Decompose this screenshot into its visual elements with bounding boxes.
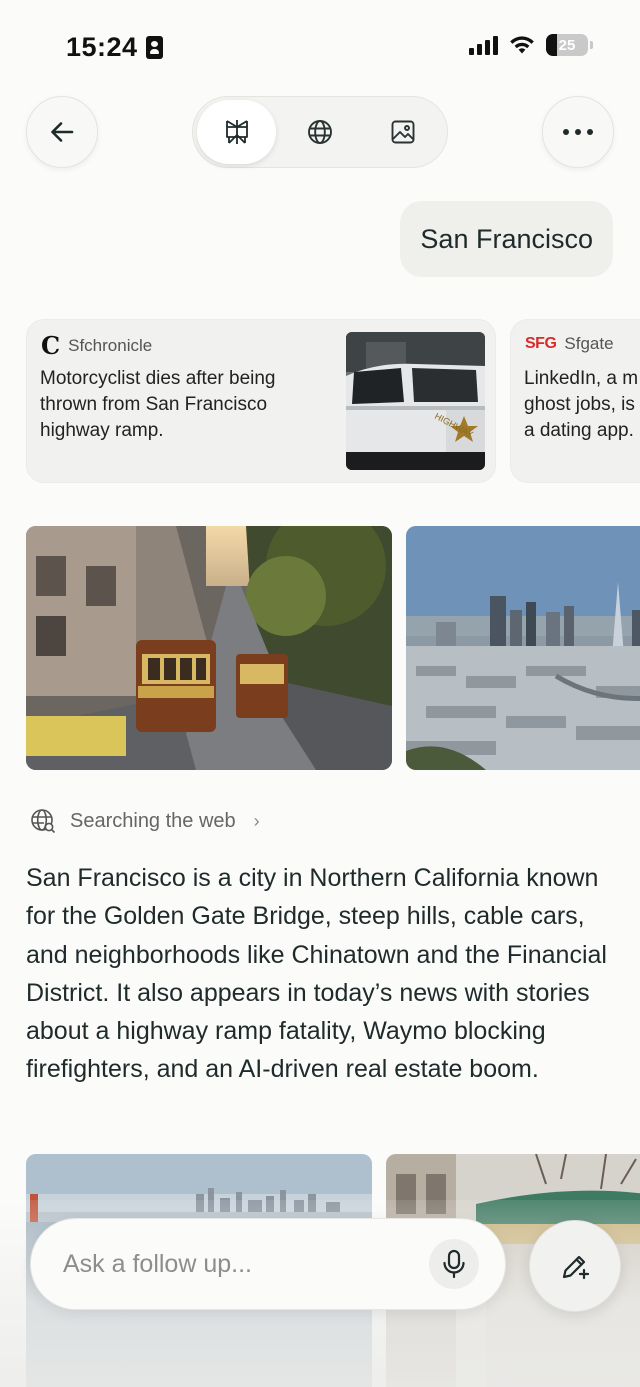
- news-headline-line: ghost jobs, is: [524, 394, 635, 415]
- sfchronicle-logo: C: [41, 331, 61, 360]
- page: 15:24 25 San Francisco C Sfchronicle Mot…: [0, 0, 640, 1387]
- mode-search-tab[interactable]: [280, 100, 359, 164]
- image-carousel: [26, 526, 640, 770]
- status-bar: 15:24 25: [0, 0, 640, 90]
- answer-text: San Francisco is a city in Northern Cali…: [26, 864, 607, 1084]
- search-status[interactable]: Searching the web ›: [30, 808, 260, 834]
- new-thread-button[interactable]: [529, 1220, 621, 1312]
- search-status-label: Searching the web: [70, 809, 236, 832]
- news-headline-line: a dating app.: [524, 420, 634, 441]
- wifi-icon: [510, 36, 534, 54]
- battery-level: 25: [558, 36, 576, 54]
- time-text: 15:24: [66, 32, 138, 62]
- news-card[interactable]: SFG Sfgate LinkedIn, a m ghost jobs, is …: [510, 319, 640, 483]
- news-carousel: C Sfchronicle Motorcyclist dies after be…: [26, 319, 640, 483]
- news-headline: LinkedIn, a m ghost jobs, is a dating ap…: [524, 366, 640, 444]
- news-headline: Motorcyclist dies after being thrown fro…: [40, 368, 276, 441]
- news-card[interactable]: C Sfchronicle Motorcyclist dies after be…: [26, 319, 496, 483]
- more-horizontal-icon: [563, 129, 593, 135]
- follow-up-input[interactable]: [63, 1249, 429, 1279]
- news-headline-line: LinkedIn, a m: [524, 368, 639, 389]
- microphone-icon: [443, 1249, 465, 1279]
- news-source: SFG Sfgate: [525, 334, 614, 354]
- battery-fill: [546, 34, 557, 56]
- perplexity-logo-icon: [225, 120, 248, 144]
- user-query-text: San Francisco: [420, 223, 593, 254]
- contact-badge-icon: [145, 36, 163, 59]
- mode-answer-tab[interactable]: [197, 100, 277, 164]
- news-thumbnail-image: HIGHWAY: [346, 332, 485, 470]
- globe-icon: [308, 120, 332, 144]
- more-options-button[interactable]: [542, 96, 614, 168]
- news-source: C Sfchronicle: [41, 334, 152, 358]
- skyline-photo[interactable]: [406, 526, 640, 770]
- chevron-right-icon: ›: [253, 810, 260, 831]
- battery-icon: 25: [546, 34, 593, 56]
- globe-search-icon: [31, 809, 56, 834]
- arrow-left-icon: [51, 122, 74, 142]
- pencil-plus-icon: [562, 1255, 590, 1280]
- image-icon: [391, 120, 415, 144]
- voice-input-button[interactable]: [429, 1239, 479, 1289]
- status-indicators: 25: [469, 34, 593, 56]
- sfgate-logo: SFG: [525, 335, 557, 352]
- follow-up-composer: [30, 1218, 506, 1310]
- status-time: 15:24: [66, 32, 163, 63]
- mode-switcher: [192, 96, 448, 168]
- news-source-name: Sfgate: [564, 334, 614, 353]
- mode-images-tab[interactable]: [364, 100, 443, 164]
- back-button[interactable]: [26, 96, 98, 168]
- user-query-bubble: San Francisco: [400, 201, 613, 277]
- cellular-signal-icon: [469, 35, 498, 55]
- cable-car-street-photo[interactable]: [26, 526, 392, 770]
- news-source-name: Sfchronicle: [68, 336, 153, 355]
